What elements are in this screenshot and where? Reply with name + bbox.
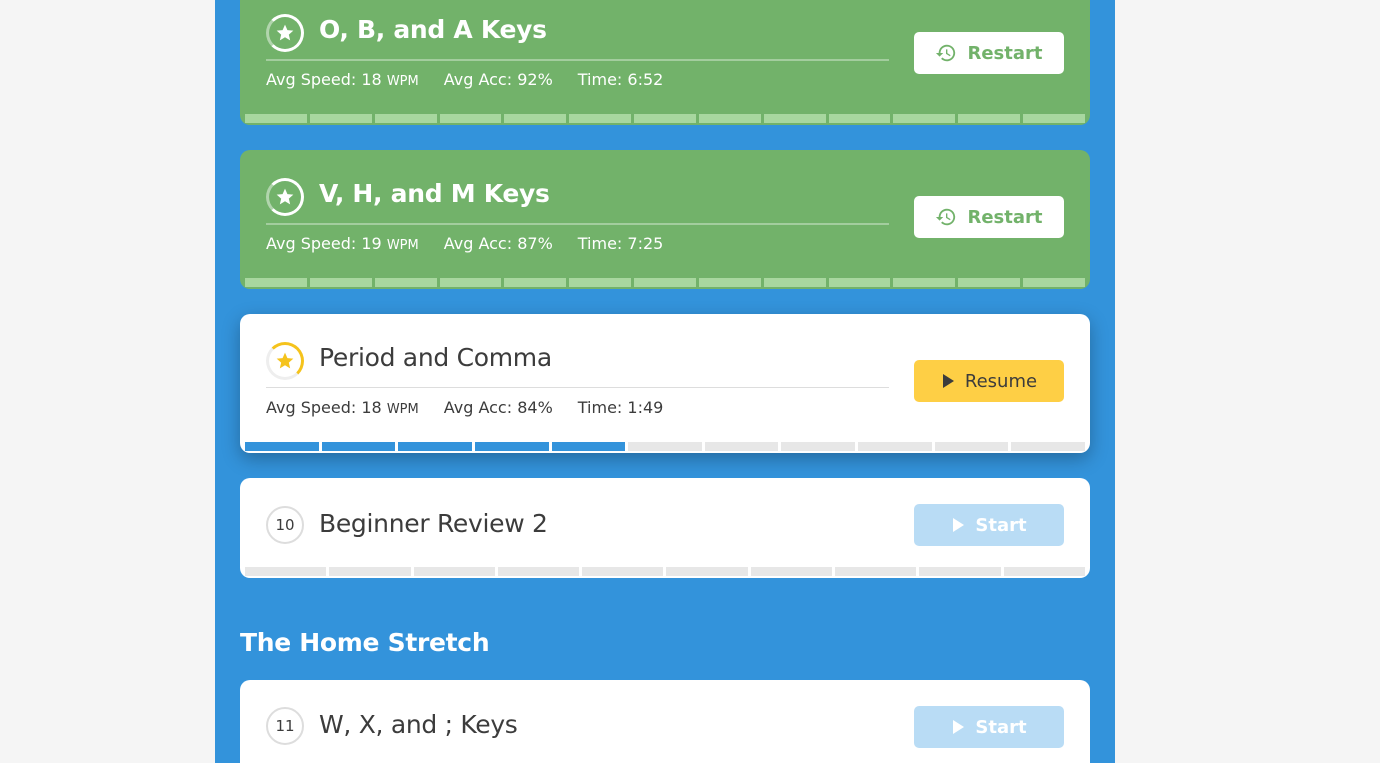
play-icon bbox=[951, 517, 965, 533]
progress-segment bbox=[474, 442, 549, 451]
lesson-stats: Avg Speed: 18 WPM Avg Acc: 84% Time: 1:4… bbox=[266, 398, 688, 417]
lesson-progress-bar bbox=[245, 278, 1085, 287]
progress-segment bbox=[1023, 114, 1085, 123]
lesson-title: Period and Comma bbox=[319, 343, 552, 372]
lesson-number-badge: 11 bbox=[266, 707, 304, 745]
progress-segment bbox=[321, 442, 396, 451]
section-title: The Home Stretch bbox=[240, 628, 490, 657]
progress-segment bbox=[245, 442, 319, 451]
progress-segment bbox=[374, 278, 437, 287]
progress-segment bbox=[329, 567, 411, 576]
lesson-card-w-x-semicolon-keys: 11 W, X, and ; Keys Start bbox=[240, 680, 1090, 763]
divider bbox=[266, 59, 889, 61]
lesson-complete-badge bbox=[266, 14, 304, 52]
lesson-title: O, B, and A Keys bbox=[319, 15, 547, 44]
progress-segment bbox=[763, 278, 826, 287]
lesson-stats: Avg Speed: 19 WPM Avg Acc: 87% Time: 7:2… bbox=[266, 234, 688, 253]
progress-segment bbox=[893, 114, 956, 123]
lesson-title: Beginner Review 2 bbox=[319, 509, 548, 538]
progress-segment bbox=[828, 278, 891, 287]
progress-segment bbox=[958, 278, 1021, 287]
progress-segment bbox=[1003, 567, 1085, 576]
progress-segment bbox=[1011, 442, 1086, 451]
avg-accuracy: Avg Acc: 84% bbox=[443, 398, 553, 417]
lesson-progress-bar bbox=[245, 567, 1085, 576]
progress-segment bbox=[309, 114, 372, 123]
progress-segment bbox=[439, 114, 502, 123]
resume-button[interactable]: Resume bbox=[914, 360, 1064, 402]
progress-segment bbox=[828, 114, 891, 123]
progress-segment bbox=[582, 567, 664, 576]
progress-segment bbox=[497, 567, 580, 576]
star-icon bbox=[276, 352, 294, 369]
divider bbox=[266, 223, 889, 225]
lesson-complete-badge bbox=[266, 178, 304, 216]
lesson-progress-bar bbox=[245, 442, 1086, 451]
progress-segment bbox=[958, 114, 1021, 123]
progress-segment bbox=[628, 442, 702, 451]
play-icon bbox=[941, 373, 955, 389]
progress-segment bbox=[666, 567, 748, 576]
history-icon bbox=[935, 206, 957, 228]
progress-segment bbox=[551, 442, 626, 451]
star-icon bbox=[276, 188, 294, 205]
progress-segment bbox=[835, 567, 917, 576]
progress-segment bbox=[634, 114, 696, 123]
lesson-time: Time: 1:49 bbox=[577, 398, 664, 417]
progress-segment bbox=[698, 278, 761, 287]
lesson-title: V, H, and M Keys bbox=[319, 179, 550, 208]
progress-segment bbox=[1023, 278, 1085, 287]
progress-segment bbox=[374, 114, 437, 123]
progress-segment bbox=[245, 567, 327, 576]
avg-speed: Avg Speed: 19 WPM bbox=[266, 234, 419, 253]
lesson-column: O, B, and A Keys Avg Speed: 18 WPM Avg A… bbox=[215, 0, 1115, 763]
progress-segment bbox=[309, 278, 372, 287]
star-icon bbox=[276, 24, 294, 41]
progress-segment bbox=[781, 442, 856, 451]
lesson-stats: Avg Speed: 18 WPM Avg Acc: 92% Time: 6:5… bbox=[266, 70, 688, 89]
lesson-time: Time: 6:52 bbox=[577, 70, 664, 89]
restart-button[interactable]: Restart bbox=[914, 196, 1064, 238]
progress-segment bbox=[569, 278, 632, 287]
avg-speed: Avg Speed: 18 WPM bbox=[266, 398, 419, 417]
start-button[interactable]: Start bbox=[914, 504, 1064, 546]
lesson-card-v-h-m-keys: V, H, and M Keys Avg Speed: 19 WPM Avg A… bbox=[240, 150, 1090, 289]
progress-segment bbox=[413, 567, 495, 576]
lesson-number: 11 bbox=[275, 717, 295, 735]
progress-segment bbox=[763, 114, 826, 123]
lesson-time: Time: 7:25 bbox=[577, 234, 664, 253]
avg-accuracy: Avg Acc: 92% bbox=[443, 70, 553, 89]
progress-segment bbox=[569, 114, 632, 123]
divider bbox=[266, 387, 889, 388]
progress-segment bbox=[919, 567, 1001, 576]
play-icon bbox=[951, 719, 965, 735]
avg-speed: Avg Speed: 18 WPM bbox=[266, 70, 419, 89]
lesson-number-badge: 10 bbox=[266, 506, 304, 544]
progress-segment bbox=[504, 278, 567, 287]
lesson-card-o-b-a-keys: O, B, and A Keys Avg Speed: 18 WPM Avg A… bbox=[240, 0, 1090, 125]
progress-segment bbox=[634, 278, 696, 287]
progress-segment bbox=[698, 114, 761, 123]
progress-segment bbox=[934, 442, 1009, 451]
lesson-number: 10 bbox=[275, 516, 295, 534]
progress-segment bbox=[858, 442, 932, 451]
progress-segment bbox=[245, 278, 307, 287]
lesson-card-beginner-review-2: 10 Beginner Review 2 Start bbox=[240, 478, 1090, 578]
progress-segment bbox=[245, 114, 307, 123]
progress-segment bbox=[704, 442, 779, 451]
lesson-progress-bar bbox=[245, 114, 1085, 123]
progress-segment bbox=[504, 114, 567, 123]
progress-segment bbox=[750, 567, 833, 576]
progress-segment bbox=[398, 442, 472, 451]
progress-segment bbox=[439, 278, 502, 287]
lesson-card-period-and-comma: Period and Comma Avg Speed: 18 WPM Avg A… bbox=[240, 314, 1090, 453]
lesson-in-progress-badge bbox=[266, 342, 304, 380]
lesson-title: W, X, and ; Keys bbox=[319, 710, 518, 739]
history-icon bbox=[935, 42, 957, 64]
avg-accuracy: Avg Acc: 87% bbox=[443, 234, 553, 253]
restart-button[interactable]: Restart bbox=[914, 32, 1064, 74]
progress-segment bbox=[893, 278, 956, 287]
start-button[interactable]: Start bbox=[914, 706, 1064, 748]
